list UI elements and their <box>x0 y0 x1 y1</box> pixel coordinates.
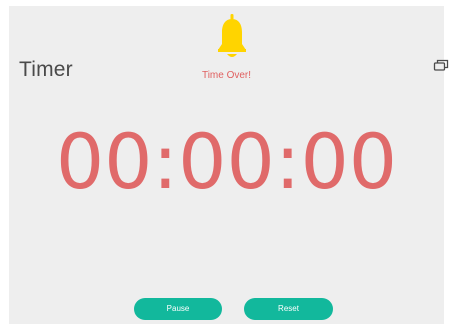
timer-screen: Timer Time Over! 00:00:00 Pause Reset <box>9 6 449 324</box>
reset-button[interactable]: Reset <box>244 298 333 320</box>
time-over-message: Time Over! <box>201 70 252 81</box>
restore-window-icon[interactable] <box>433 58 449 74</box>
timer-display: 00:00:00 <box>55 117 398 206</box>
bell-icon <box>218 14 246 57</box>
pause-button[interactable]: Pause <box>134 298 222 320</box>
